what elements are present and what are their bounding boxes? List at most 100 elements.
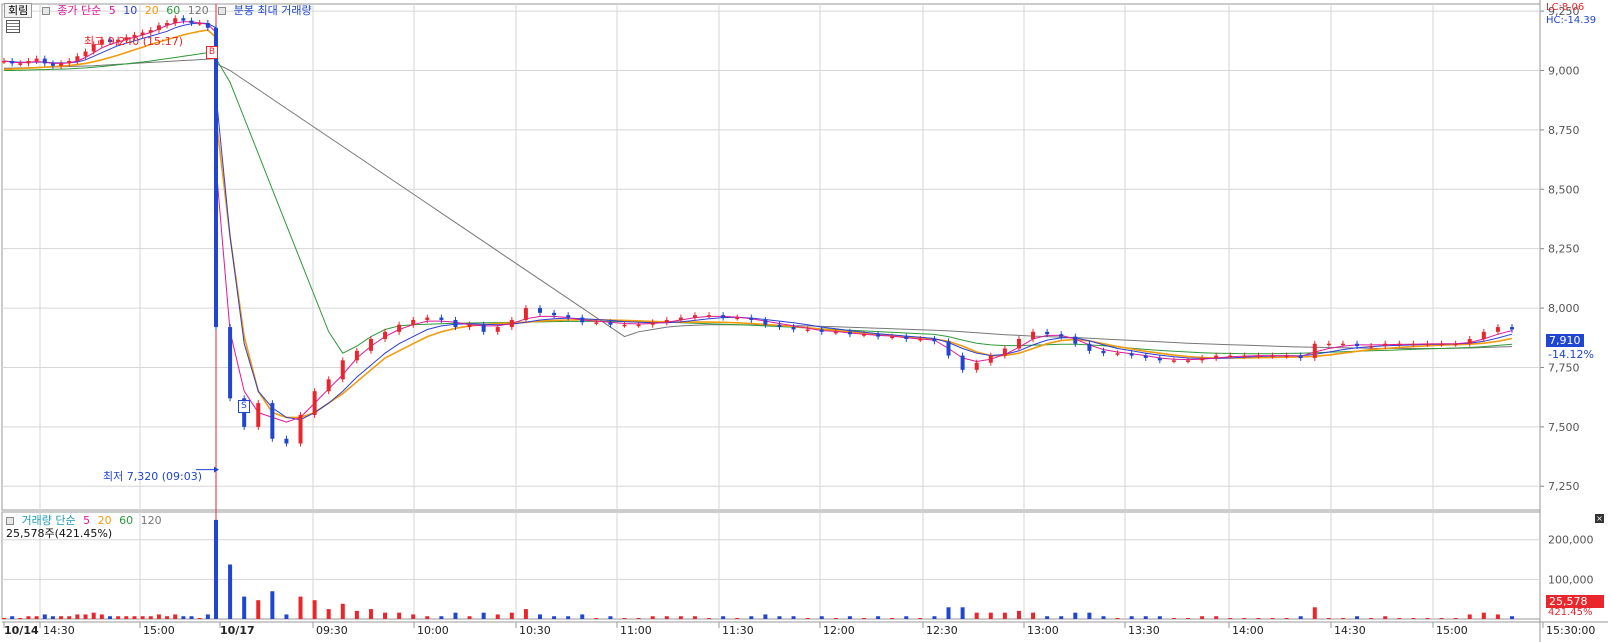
candle-body: [749, 317, 754, 320]
legend-ma10[interactable]: 10: [123, 4, 137, 17]
y-tick-label: 7,750: [1548, 361, 1580, 374]
volume-bar: [256, 600, 261, 619]
candle-body: [1467, 338, 1472, 344]
x-tick-label: 13:30: [1128, 624, 1160, 637]
sell-marker[interactable]: S: [238, 400, 250, 413]
candle-body: [312, 391, 317, 415]
volume-bar: [1355, 616, 1360, 619]
volume-bar: [1143, 616, 1148, 619]
x-tick-label: 09:30: [316, 624, 348, 637]
volume-bar: [156, 614, 161, 619]
candle-body: [1228, 355, 1233, 358]
candle-body: [1073, 336, 1078, 344]
x-tick-label: 10:00: [417, 624, 449, 637]
volume-bar: [1439, 618, 1444, 619]
candle-body: [1340, 343, 1345, 346]
x-tick-label: 14:30: [43, 624, 75, 637]
legend-ma120[interactable]: 120: [188, 4, 209, 17]
volume-bar: [10, 616, 15, 619]
candle-body: [411, 319, 416, 325]
candle-body: [173, 18, 178, 24]
legend-vol-ma5[interactable]: 5: [83, 514, 90, 527]
mode-button[interactable]: 회림: [4, 3, 33, 18]
volume-bar: [481, 612, 486, 619]
volume-bar: [1087, 612, 1092, 619]
volume-bar: [735, 618, 740, 619]
volume-bar: [148, 616, 153, 619]
close-volume-pane-icon[interactable]: ×: [1595, 514, 1604, 523]
candle-body: [1214, 355, 1219, 358]
candle-body: [1087, 343, 1092, 351]
volume-bar: [1270, 618, 1275, 619]
legend-ma20[interactable]: 20: [145, 4, 159, 17]
volume-bar: [1214, 616, 1219, 619]
volume-bar: [312, 600, 317, 619]
candle-body: [1411, 343, 1416, 346]
volume-bar: [1340, 618, 1345, 619]
volume-bar: [791, 616, 796, 619]
x-tick-label: 14:00: [1232, 624, 1264, 637]
volume-bar: [763, 614, 768, 619]
current-price-badge: 7,910: [1546, 334, 1584, 347]
volume-bar: [1186, 618, 1190, 619]
volume-bar: [83, 614, 88, 619]
volume-bar: [165, 616, 170, 619]
volume-bar: [397, 612, 402, 619]
candle-body: [270, 403, 275, 439]
volume-bar: [411, 614, 416, 619]
volume-toggle-icon[interactable]: [6, 517, 14, 525]
volume-bar: [1510, 616, 1514, 619]
grid-table-icon[interactable]: [6, 20, 20, 33]
legend-vol-ma120[interactable]: 120: [141, 514, 162, 527]
legend-vol-ma60[interactable]: 60: [119, 514, 133, 527]
candle-body: [326, 379, 331, 392]
candle-body: [819, 329, 824, 332]
candle-body: [1355, 343, 1360, 347]
candle-body: [1256, 355, 1261, 358]
volume-bar: [678, 616, 683, 619]
candle-body: [960, 355, 965, 370]
candle-body: [340, 360, 345, 380]
volume-bar: [833, 618, 838, 619]
y-tick-label: 8,750: [1548, 124, 1580, 137]
volume-bar: [91, 612, 96, 619]
legend-ma5[interactable]: 5: [109, 4, 116, 17]
legend-toggle-icon-2[interactable]: [218, 7, 227, 15]
candle-body: [214, 46, 218, 328]
volume-bar: [42, 614, 47, 619]
y-tick-label: 8,500: [1548, 183, 1580, 196]
legend-max-volume[interactable]: 분봉 최대 거래량: [234, 4, 312, 17]
volume-bar: [1115, 618, 1120, 619]
candle-body: [1510, 327, 1514, 330]
candle-body: [636, 324, 641, 327]
candle-body: [156, 25, 161, 31]
volume-bar: [453, 612, 458, 619]
legend-toggle-icon[interactable]: [41, 7, 50, 15]
legend-vol-ma20[interactable]: 20: [98, 514, 112, 527]
volume-bar: [1383, 616, 1388, 619]
volume-bar: [608, 616, 613, 619]
volume-bar: [1369, 618, 1374, 619]
legend-ma60[interactable]: 60: [166, 4, 180, 17]
candle-body: [932, 338, 937, 342]
volume-bar: [1467, 614, 1472, 619]
candle-body: [298, 414, 303, 444]
volume-bar: [242, 596, 247, 619]
candle-body: [383, 331, 388, 339]
volume-bar: [580, 614, 585, 619]
candle-body: [425, 317, 430, 320]
candle-body: [1383, 343, 1388, 347]
volume-bar: [467, 616, 472, 619]
volume-legend: 거래량 단순 5 20 60 120: [4, 514, 166, 528]
volume-bar: [1298, 616, 1303, 619]
x-tick-label: 14:30: [1334, 624, 1366, 637]
candle-body: [1425, 343, 1430, 346]
lc-indicator: LC:8.06: [1546, 2, 1585, 13]
buy-marker[interactable]: B: [206, 46, 218, 59]
volume-bar: [890, 618, 895, 619]
x-tick-label: 15:00: [143, 624, 175, 637]
x-tick-label: 10:30: [519, 624, 551, 637]
volume-bar: [566, 616, 571, 619]
candle-body: [205, 23, 210, 28]
candle-body: [707, 315, 712, 317]
